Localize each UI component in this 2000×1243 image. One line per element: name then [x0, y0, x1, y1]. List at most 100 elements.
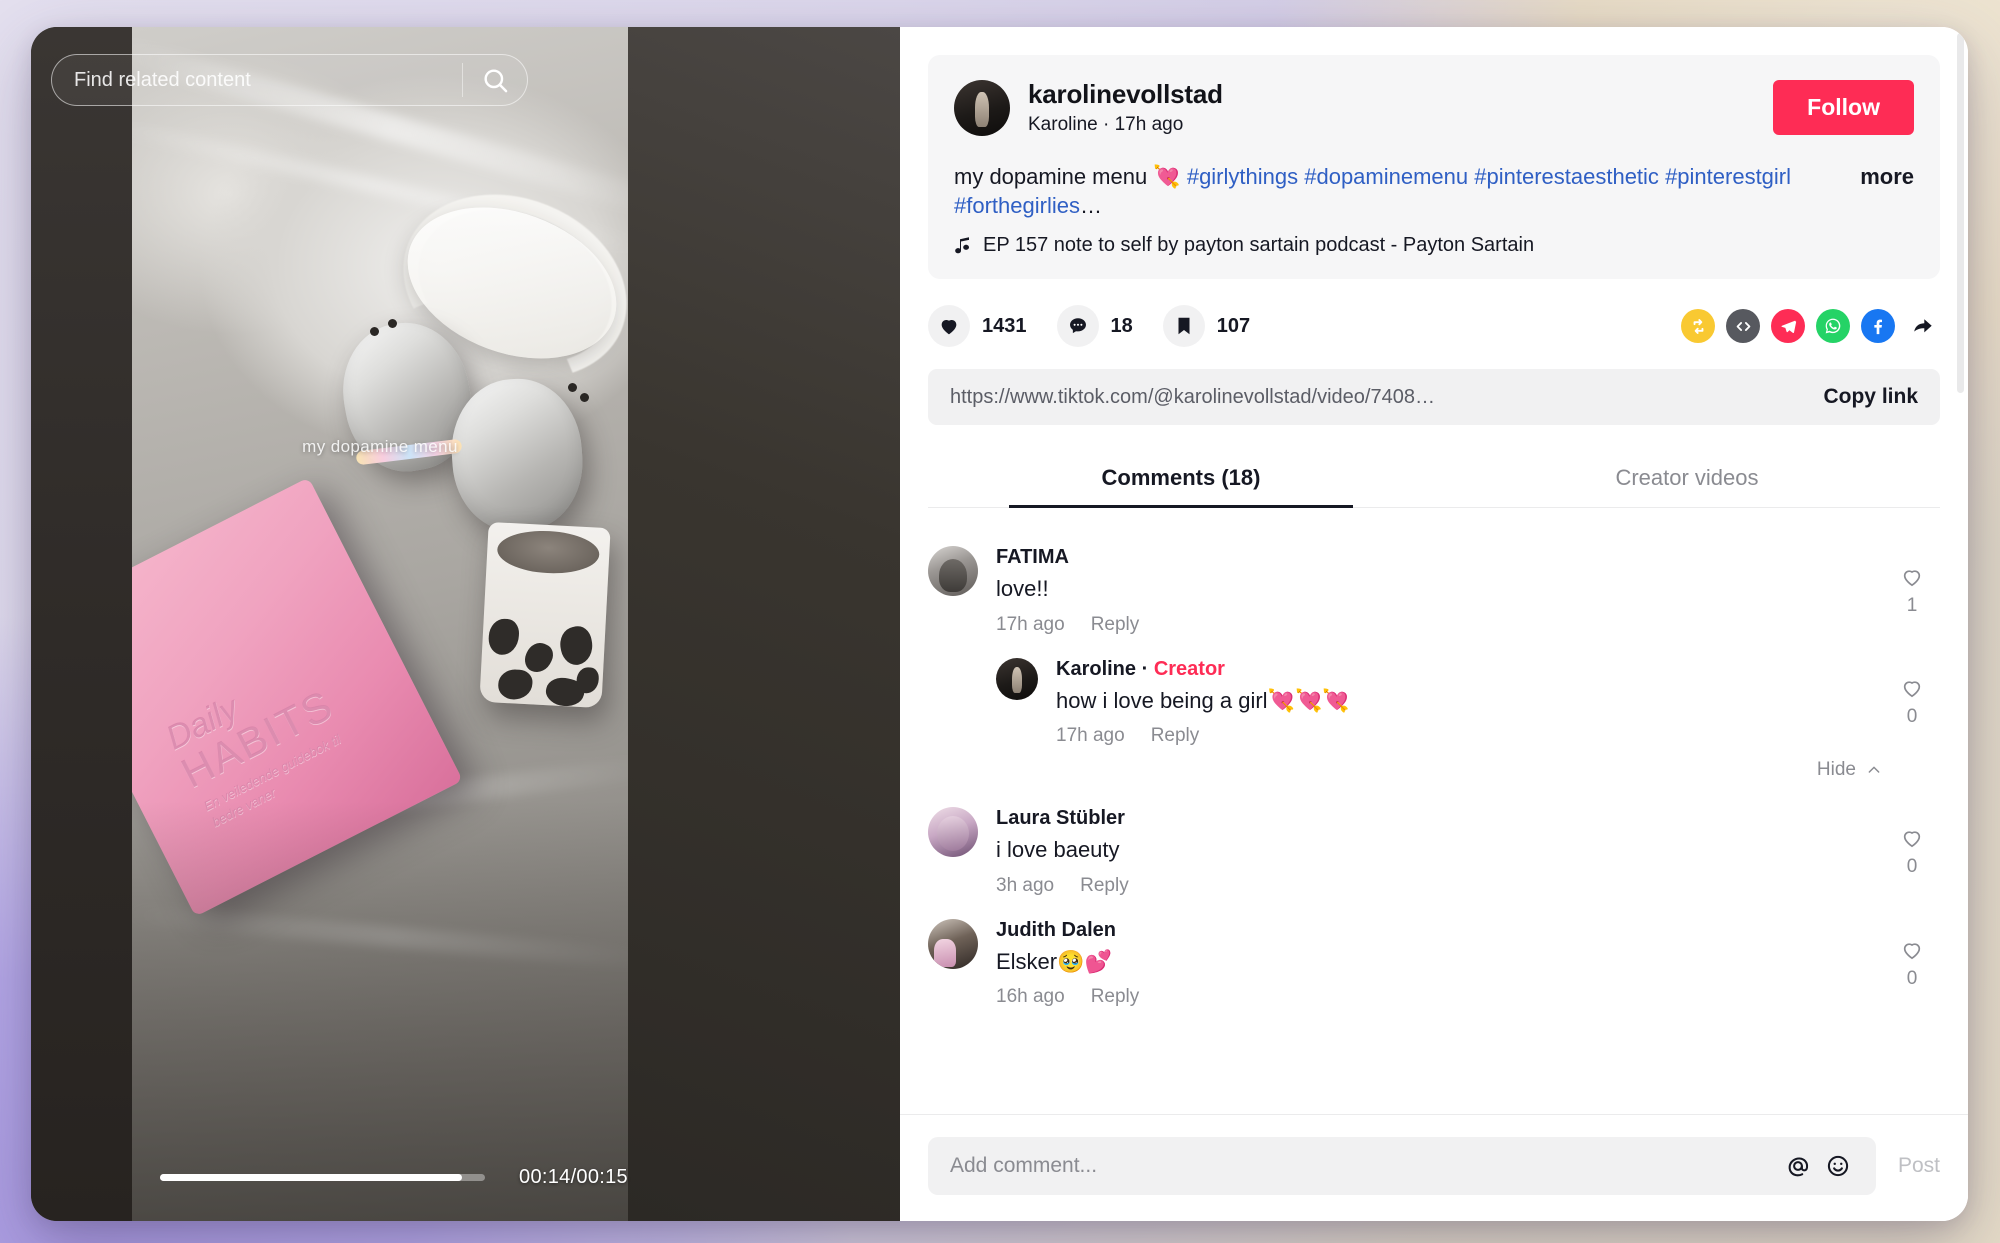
music-row[interactable]: EP 157 note to self by payton sartain po…	[954, 234, 1914, 257]
repost-icon	[1693, 318, 1703, 334]
tab-creator-videos[interactable]: Creator videos	[1434, 451, 1940, 507]
video-progress-bar[interactable]	[160, 1174, 486, 1181]
video-letterbox-right	[628, 27, 900, 1221]
reply-button[interactable]: Reply	[1091, 614, 1140, 636]
commenter-avatar[interactable]	[928, 807, 978, 858]
video-player[interactable]: Daily HABITS En veiledende guidebok til …	[31, 27, 900, 1221]
headphone-hinge	[580, 393, 589, 402]
comment-like-count: 0	[1906, 706, 1918, 728]
author-username[interactable]: karolinevollstad	[1028, 79, 1223, 110]
copy-link-row: Copy link	[928, 369, 1940, 426]
share-arrow-button[interactable]	[1906, 309, 1940, 343]
like-button[interactable]: 1431	[928, 305, 1027, 348]
commenter-avatar[interactable]	[996, 657, 1038, 700]
search-input[interactable]	[52, 55, 462, 105]
commenter-name[interactable]: Judith Dalen	[996, 919, 1884, 942]
comment-like-button[interactable]: 0	[1884, 807, 1940, 897]
author-avatar[interactable]	[954, 79, 1010, 136]
post-comment-button[interactable]: Post	[1898, 1154, 1940, 1178]
video-frame: Daily HABITS En veiledende guidebok til …	[132, 27, 628, 1221]
hashtag[interactable]: #girlythings	[1187, 164, 1298, 189]
reply-separator: ·	[1141, 657, 1149, 680]
comment-item: FATIMA love!! 17h ago Reply 1	[928, 532, 1940, 644]
commenter-name[interactable]: Laura Stübler	[996, 807, 1884, 830]
video-progress-fill	[160, 1174, 463, 1181]
reply-button[interactable]: Reply	[1091, 986, 1140, 1008]
comment-meta: 16h ago Reply	[996, 986, 1884, 1008]
music-note-icon	[955, 237, 969, 254]
like-icon-bg	[928, 305, 970, 348]
bookmark-filled-icon	[1178, 317, 1190, 335]
engagement-actions: 1431 18 107	[928, 305, 1940, 348]
post-description: more my dopamine menu 💘 #girlythings #do…	[954, 162, 1914, 220]
mention-button[interactable]	[1778, 1146, 1818, 1186]
music-title: EP 157 note to self by payton sartain po…	[983, 234, 1535, 257]
comment-like-button[interactable]: 0	[1884, 919, 1940, 1009]
comment-icon-bg	[1056, 305, 1099, 348]
post-info-card: karolinevollstad Karoline · 17h ago Foll…	[928, 55, 1940, 280]
commenter-avatar[interactable]	[928, 546, 978, 597]
mug-spot	[497, 668, 534, 701]
comment-meta: 17h ago Reply	[1056, 725, 1884, 747]
comment-text: how i love being a girl💘💘💘	[1056, 687, 1350, 713]
comment-button[interactable]: 18	[1056, 305, 1133, 348]
share-arrow-icon	[1914, 319, 1932, 333]
facebook-button[interactable]	[1861, 309, 1895, 344]
follow-button[interactable]: Follow	[1773, 80, 1914, 135]
heart-outline-icon	[1903, 681, 1921, 698]
embed-code-button[interactable]	[1726, 309, 1760, 344]
embed-code-icon	[1736, 321, 1750, 331]
copy-link-button[interactable]: Copy link	[1823, 385, 1918, 409]
author-subtitle: Karoline · 17h ago	[1028, 114, 1184, 135]
comment-bubble-icon	[1069, 318, 1086, 334]
hashtag[interactable]: #dopaminemenu	[1304, 164, 1468, 189]
comment-like-count: 1	[1906, 594, 1918, 616]
comment-input-box[interactable]	[928, 1137, 1876, 1195]
comment-text: i love baeuty	[996, 837, 1120, 863]
hashtag[interactable]: #pinterestgirl	[1665, 164, 1791, 189]
telegram-share-icon	[1780, 320, 1796, 333]
comment-like-button[interactable]: 1	[1884, 546, 1940, 636]
emoji-button[interactable]	[1818, 1146, 1858, 1186]
at-mention-icon	[1788, 1157, 1809, 1177]
comment-time: 17h ago	[1056, 725, 1125, 747]
reply-author-name: Karoline	[1056, 657, 1137, 680]
comment-body: Judith Dalen Elsker🥹💕 16h ago Reply	[996, 919, 1884, 1009]
tab-comments[interactable]: Comments (18)	[928, 451, 1434, 509]
commenter-name[interactable]: FATIMA	[996, 546, 1884, 569]
comment-input[interactable]	[950, 1154, 1778, 1178]
commenter-avatar[interactable]	[928, 918, 978, 969]
emoji-smiley-icon	[1827, 1155, 1849, 1177]
hide-replies-button[interactable]: Hide	[928, 755, 1940, 793]
comment-like-count: 0	[1906, 856, 1918, 878]
panel-tabs: Comments (18) Creator videos	[928, 451, 1940, 509]
video-url-field[interactable]	[950, 385, 1824, 409]
commenter-name[interactable]: Karoline · Creator	[1056, 658, 1884, 681]
panel-scrollbar[interactable]	[1957, 33, 1964, 393]
telegram-share-button[interactable]	[1771, 309, 1805, 344]
mug-interior	[496, 528, 601, 576]
headphone-hinge	[370, 327, 379, 336]
comment-like-button[interactable]: 0	[1884, 658, 1940, 748]
repost-button[interactable]	[1681, 309, 1715, 344]
heart-outline-icon	[1903, 831, 1921, 848]
bookmark-button[interactable]: 107	[1162, 305, 1250, 348]
comment-composer: Post	[900, 1114, 1968, 1221]
search-button[interactable]	[463, 55, 527, 105]
reply-button[interactable]: Reply	[1080, 875, 1129, 897]
cow-print-mug	[479, 521, 611, 709]
like-count: 1431	[982, 314, 1027, 337]
mug-spot	[575, 666, 600, 694]
comments-list: FATIMA love!! 17h ago Reply 1 Karoline ·…	[900, 508, 1968, 1016]
mug-spot	[487, 618, 520, 656]
reply-button[interactable]: Reply	[1151, 725, 1200, 747]
detail-panel: karolinevollstad Karoline · 17h ago Foll…	[900, 27, 1968, 1221]
related-content-search[interactable]	[51, 54, 528, 106]
hashtag[interactable]: #pinterestaesthetic	[1474, 164, 1659, 189]
comment-count: 18	[1110, 314, 1133, 337]
hashtag[interactable]: #forthegirlies	[954, 193, 1080, 218]
more-button[interactable]: more	[1860, 162, 1914, 191]
whatsapp-button[interactable]	[1816, 309, 1850, 344]
author-meta: karolinevollstad Karoline · 17h ago	[1028, 79, 1223, 136]
headphone-hinge	[568, 383, 577, 392]
